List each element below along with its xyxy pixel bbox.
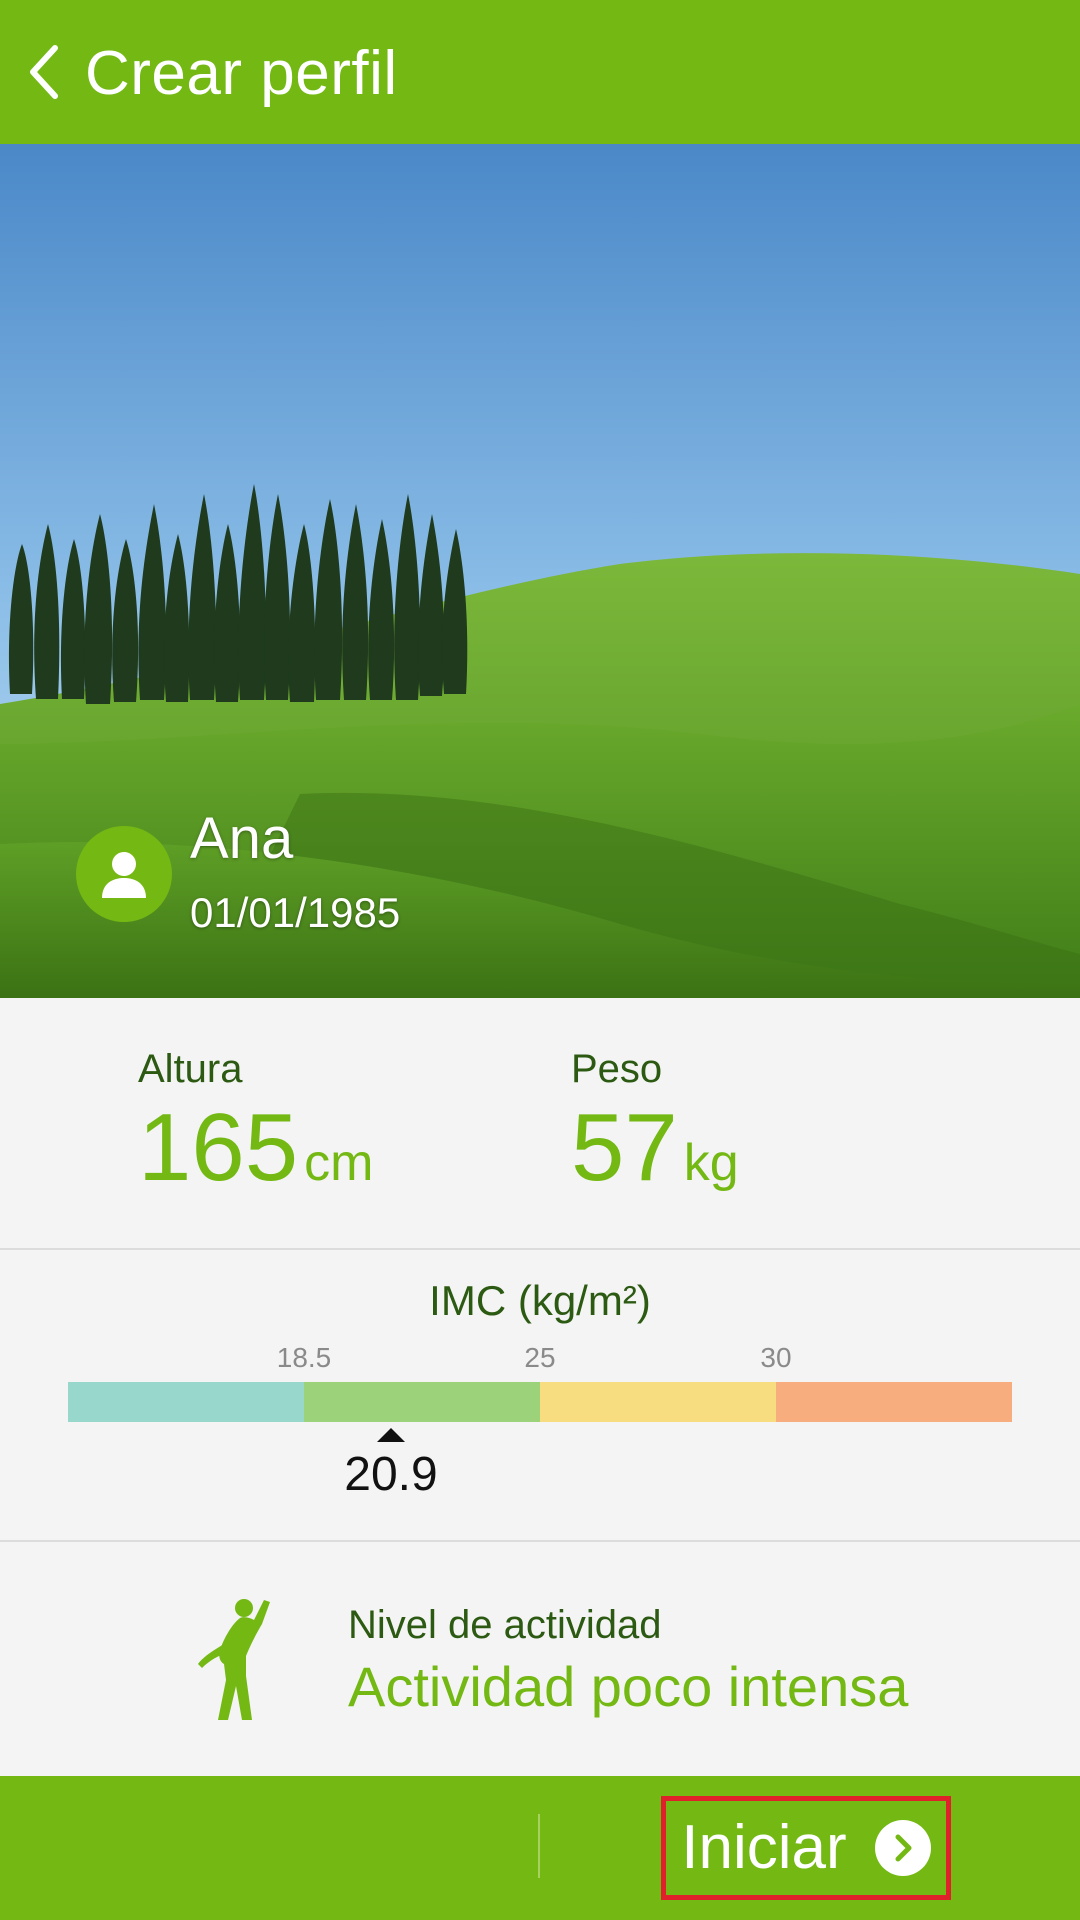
bmi-segment-normal [304, 1382, 540, 1422]
activity-label: Nivel de actividad [348, 1603, 662, 1647]
profile-name: Ana [190, 806, 294, 871]
profile-hero: Ana 01/01/1985 [0, 144, 1080, 998]
weight-unit: kg [683, 1134, 739, 1192]
height-value-row: 165 cm [138, 1098, 374, 1198]
bmi-scale-bar [68, 1382, 1012, 1422]
height-value: 165 [138, 1094, 299, 1201]
user-silhouette-icon [102, 852, 146, 898]
height-field[interactable]: Altura 165 cm [138, 1046, 374, 1198]
bmi-marker-icon [377, 1428, 405, 1442]
bar-divider [538, 1814, 540, 1878]
start-button-label: Iniciar [681, 1813, 847, 1882]
bmi-tick-18-5: 18.5 [276, 1342, 332, 1373]
weight-field[interactable]: Peso 57 kg [571, 1046, 739, 1198]
height-unit: cm [304, 1134, 374, 1192]
stretching-person-icon [198, 1599, 270, 1720]
bmi-title: IMC (kg/m²) [429, 1277, 651, 1324]
weight-label: Peso [571, 1047, 663, 1091]
activity-section[interactable]: Nivel de actividad Actividad poco intens… [0, 1542, 1080, 1776]
chevron-right-circle-icon [874, 1820, 931, 1876]
bmi-value: 20.9 [344, 1448, 438, 1501]
bmi-tick-25: 25 [524, 1342, 556, 1373]
bmi-section: IMC (kg/m²) 18.5 25 30 20.9 [0, 1250, 1080, 1542]
bmi-tick-30: 30 [760, 1342, 792, 1373]
weight-value: 57 [571, 1094, 678, 1201]
height-label: Altura [138, 1047, 243, 1091]
avatar[interactable] [76, 826, 172, 922]
chevron-left-icon [30, 45, 58, 99]
bmi-segment-underweight [68, 1382, 304, 1422]
profile-birthdate: 01/01/1985 [190, 889, 401, 936]
bottom-action-bar: Iniciar [0, 1776, 1080, 1920]
app-header: Crear perfil [0, 0, 1080, 144]
activity-value: Actividad poco intensa [348, 1655, 909, 1718]
start-button[interactable]: Iniciar [661, 1796, 951, 1900]
weight-value-row: 57 kg [571, 1098, 739, 1198]
measurements-section: Altura 165 cm Peso 57 kg [0, 998, 1080, 1250]
bmi-segment-overweight [540, 1382, 776, 1422]
page-title: Crear perfil [85, 39, 398, 108]
bmi-segment-obese [776, 1382, 1012, 1422]
back-button[interactable] [16, 36, 72, 108]
